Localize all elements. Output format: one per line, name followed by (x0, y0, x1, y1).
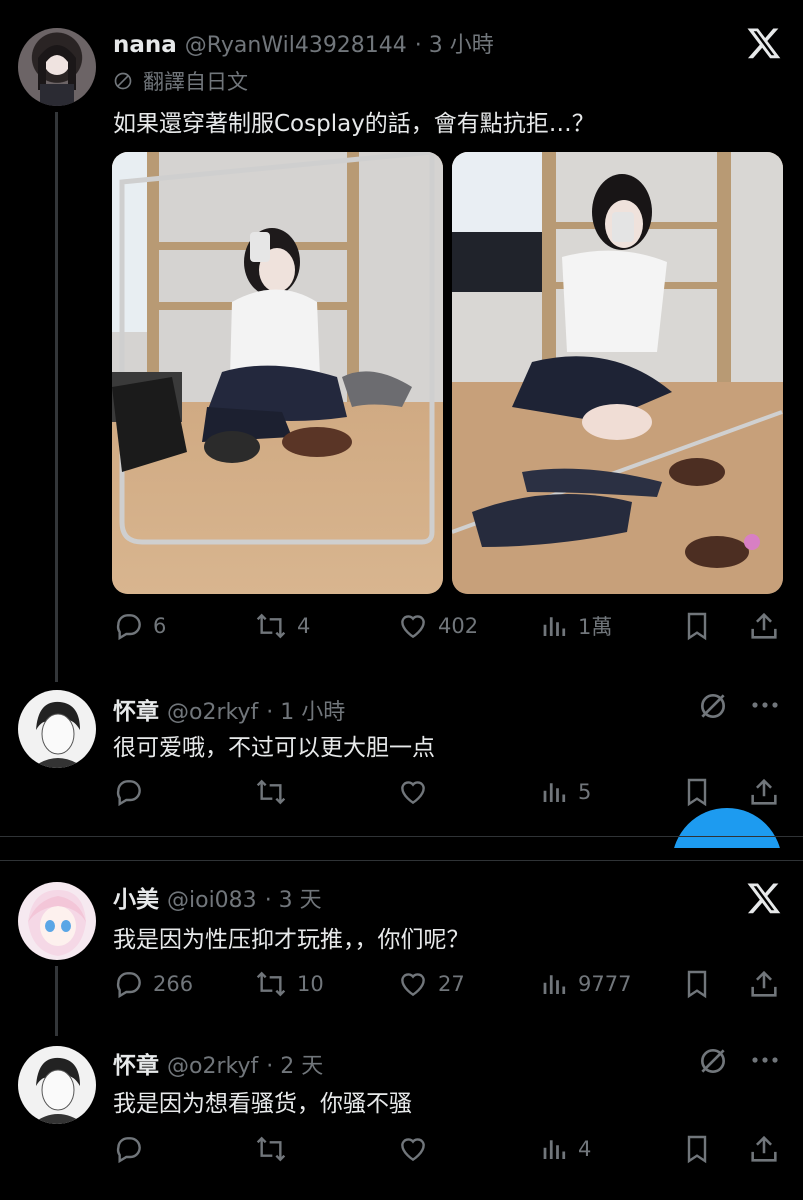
repost-button[interactable]: 10 (253, 968, 324, 1000)
translation-label: 翻譯自日文 (143, 70, 248, 94)
views-icon (543, 1140, 566, 1159)
repost-count: 4 (297, 614, 311, 638)
like-count: 27 (438, 972, 465, 996)
like-icon (401, 781, 425, 805)
x-logo-icon (747, 28, 781, 59)
reply-button[interactable]: 266 (113, 968, 193, 1000)
thread-line (55, 966, 58, 1036)
share-icon[interactable] (747, 1132, 781, 1166)
views-count: 4 (578, 1137, 592, 1161)
avatar-huaizhang[interactable] (18, 1046, 96, 1124)
reply-icon (116, 1137, 141, 1164)
reply-count: 6 (153, 614, 167, 638)
like-count: 402 (438, 614, 479, 638)
like-icon (401, 1138, 425, 1162)
repost-count: 10 (297, 972, 324, 996)
views-count: 9777 (578, 972, 632, 996)
reply-time[interactable]: · 2 天 (266, 1048, 323, 1080)
mute-icon[interactable] (697, 1045, 729, 1077)
views-count: 1萬 (578, 615, 613, 639)
views-button[interactable]: 4 (540, 1133, 591, 1165)
x-logo-icon (747, 883, 781, 914)
translation-note[interactable]: 翻譯自日文 (113, 66, 248, 96)
section-divider (0, 836, 803, 837)
reply-text: 很可爱哦，不过可以更大胆一点 (113, 735, 435, 761)
tweet-header: 小美 @ioi083 · 3 天 (113, 880, 322, 914)
tweet-photo-2[interactable] (452, 152, 783, 594)
repost-icon (256, 613, 286, 639)
more-icon[interactable] (749, 695, 781, 715)
bookmark-icon[interactable] (681, 610, 713, 642)
bookmark-icon[interactable] (681, 776, 713, 808)
reply-icon (116, 780, 141, 807)
like-button[interactable] (396, 1133, 430, 1165)
repost-icon (256, 1136, 286, 1162)
repost-icon (256, 779, 286, 805)
avatar-xiaomei[interactable] (18, 882, 96, 960)
compose-button[interactable] (672, 808, 782, 848)
reply-button[interactable] (113, 1133, 145, 1165)
thread-line (55, 112, 58, 682)
bookmark-icon[interactable] (681, 968, 713, 1000)
like-icon (401, 615, 425, 639)
author-handle[interactable]: @RyanWil43928144 (185, 33, 407, 58)
share-icon[interactable] (747, 609, 781, 643)
tweet-text: 如果還穿著制服Cosplay的話，會有點抗拒…？ (113, 111, 595, 137)
reply-header: 怀章 @o2rkyf · 1 小時 (113, 692, 345, 726)
like-button[interactable] (396, 776, 430, 808)
avatar-nana[interactable] (18, 28, 96, 106)
tweet-time[interactable]: · 3 小時 (415, 27, 494, 59)
photo-2-image (452, 152, 783, 594)
avatar-huaizhang[interactable] (18, 690, 96, 768)
views-icon (543, 975, 566, 994)
mute-icon[interactable] (697, 690, 729, 722)
views-button[interactable]: 9777 (540, 968, 631, 1000)
reply-text: 我是因为想看骚货，你骚不骚 (113, 1091, 412, 1117)
reply-button[interactable] (113, 776, 145, 808)
views-count: 5 (578, 780, 592, 804)
avatar-image (28, 890, 86, 956)
reply-count: 266 (153, 972, 194, 996)
reply-icon (116, 614, 141, 641)
bookmark-icon[interactable] (681, 1133, 713, 1165)
tweet-header: nana @RyanWil43928144 · 3 小時 (113, 27, 494, 59)
views-button[interactable]: 5 (540, 776, 591, 808)
like-icon (401, 973, 425, 997)
share-icon[interactable] (747, 775, 781, 809)
avatar-image (38, 45, 76, 106)
author-name[interactable]: 怀章 (113, 692, 159, 726)
share-icon[interactable] (747, 967, 781, 1001)
author-handle[interactable]: @o2rkyf (167, 700, 258, 725)
repost-button[interactable] (253, 776, 289, 808)
translate-icon (114, 72, 132, 90)
views-button[interactable]: 1萬 (540, 610, 612, 642)
author-handle[interactable]: @ioi083 (167, 888, 257, 913)
like-button[interactable]: 27 (396, 968, 465, 1000)
tweet-time[interactable]: · 3 天 (265, 882, 322, 914)
author-name[interactable]: 怀章 (113, 1046, 159, 1080)
avatar-image (32, 1057, 84, 1124)
author-handle[interactable]: @o2rkyf (167, 1054, 258, 1079)
views-icon (543, 617, 566, 636)
photo-1-image (112, 152, 443, 594)
tweet-text: 我是因为性压抑才玩推，，你们呢？ (113, 927, 470, 953)
reply-time[interactable]: · 1 小時 (266, 694, 345, 726)
reply-header: 怀章 @o2rkyf · 2 天 (113, 1046, 323, 1080)
repost-icon (256, 971, 286, 997)
reply-button[interactable]: 6 (113, 610, 166, 642)
views-icon (543, 783, 566, 802)
tweet-photo-1[interactable] (112, 152, 443, 594)
author-name[interactable]: nana (113, 32, 177, 58)
repost-button[interactable]: 4 (253, 610, 310, 642)
like-button[interactable]: 402 (396, 610, 478, 642)
avatar-image (32, 701, 84, 768)
reply-icon (116, 972, 141, 999)
repost-button[interactable] (253, 1133, 289, 1165)
section-divider (0, 860, 803, 861)
more-icon[interactable] (749, 1050, 781, 1070)
author-name[interactable]: 小美 (113, 880, 159, 914)
